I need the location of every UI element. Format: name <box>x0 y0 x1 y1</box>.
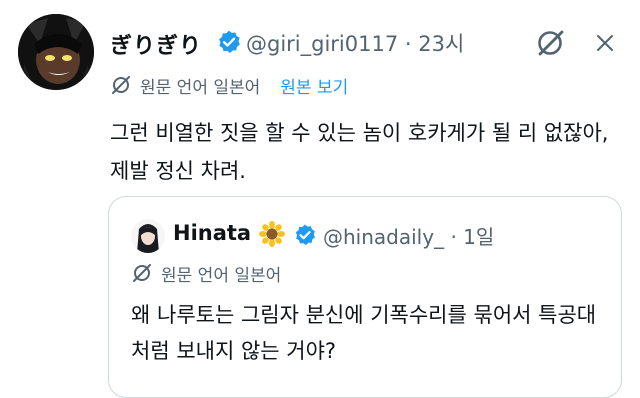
post-time[interactable]: 23시 <box>418 32 464 56</box>
show-original-link[interactable]: 원본 보기 <box>280 73 348 98</box>
quoted-translation-language: 원문 언어 일본어 <box>161 265 282 286</box>
sunflower-emoji <box>259 221 285 247</box>
quoted-tweet-text: 왜 나루토는 그림자 분신에 기폭수리를 묶어서 특공대처럼 보내지 않는 거야… <box>131 303 597 363</box>
grok-icon[interactable] <box>534 28 568 58</box>
author-handle[interactable]: @giri_giri0117 <box>246 32 398 56</box>
quoted-author-handle[interactable]: @hinadaily_ <box>323 225 444 249</box>
quoted-author-display-name[interactable]: Hinata <box>173 221 251 245</box>
quoted-translation-note: 원문 언어 일본어 <box>131 259 281 287</box>
quoted-author-avatar[interactable] <box>131 219 165 253</box>
meta-separator: · <box>404 32 412 56</box>
quoted-post-time[interactable]: 1일 <box>463 225 494 249</box>
tweet-text: 그런 비열한 짓을 할 수 있는 놈이 호카게가 될 리 없잖아, 제발 정신 … <box>110 121 609 183</box>
translation-language: 원문 언어 일본어 <box>140 77 261 98</box>
author-meta: @giri_giri0117 · 23시 <box>246 28 464 58</box>
translate-icon <box>112 76 130 94</box>
quoted-author-meta: @hinadaily_ · 1일 <box>323 221 494 250</box>
quoted-verified-badge-icon <box>295 224 315 246</box>
quoted-tweet[interactable]: Hinata @hinadaily_ · 1일 원문 언어 일본어 왜 나루토는… <box>108 196 622 398</box>
quoted-meta-separator: · <box>450 225 457 249</box>
verified-badge-icon <box>219 30 240 53</box>
quoted-translate-icon <box>133 264 151 282</box>
author-avatar[interactable] <box>18 14 94 90</box>
more-icon[interactable] <box>596 34 614 52</box>
translation-note: 원문 언어 일본어 원본 보기 <box>110 70 348 100</box>
author-display-name[interactable]: ぎりぎり <box>110 28 202 60</box>
